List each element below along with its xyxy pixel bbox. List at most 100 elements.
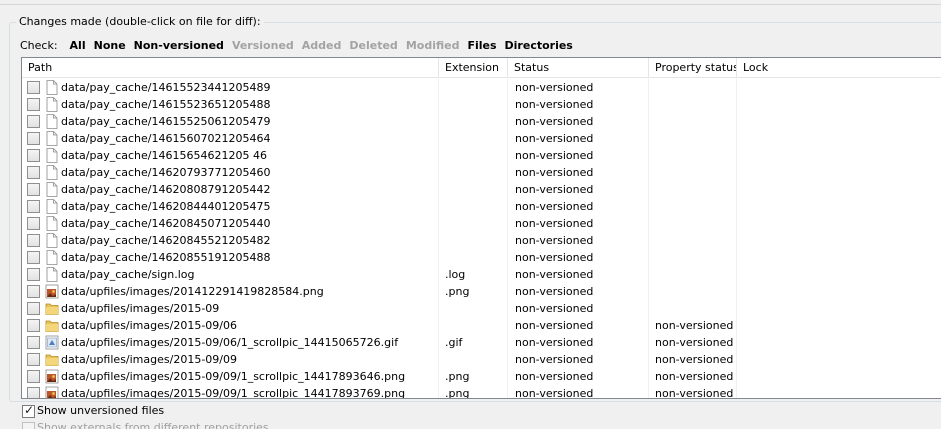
- table-row[interactable]: data/pay_cache/14620845071205440 non-vers…: [22, 215, 941, 232]
- table-row[interactable]: data/upfiles/images/2015-09/06 non-versio…: [22, 317, 941, 334]
- file-icon: [45, 267, 59, 282]
- cell-extension: [445, 96, 505, 113]
- cell-property-status: [655, 300, 735, 317]
- row-checkbox[interactable]: [27, 115, 40, 128]
- row-checkbox[interactable]: [27, 132, 40, 145]
- cell-property-status: non-versioned: [655, 370, 734, 383]
- cell-property-status: [655, 266, 735, 283]
- show-unversioned-checkbox[interactable]: [22, 403, 35, 418]
- column-header-extension[interactable]: Extension: [439, 58, 508, 78]
- image-icon: [45, 284, 59, 299]
- cell-path: data/pay_cache/14620855191205488: [61, 251, 271, 264]
- row-checkbox[interactable]: [27, 217, 40, 230]
- cell-path: data/upfiles/images/2015-09/06/1_scrollp…: [61, 336, 399, 349]
- cell-property-status: [655, 113, 735, 130]
- cell-lock: [743, 113, 933, 130]
- cell-path: data/pay_cache/sign.log: [61, 268, 195, 281]
- column-header-lock[interactable]: Lock: [737, 58, 941, 78]
- column-header-property-status[interactable]: Property status: [649, 58, 737, 78]
- row-checkbox[interactable]: [27, 268, 40, 281]
- table-row[interactable]: data/pay_cache/14620844401205475 non-vers…: [22, 198, 941, 215]
- check-option-files[interactable]: Files: [467, 39, 496, 52]
- row-checkbox[interactable]: [27, 285, 40, 298]
- table-row[interactable]: data/pay_cache/sign.log .log non-versioned: [22, 266, 941, 283]
- table-row[interactable]: data/pay_cache/14615523441205489 non-vers…: [22, 79, 941, 96]
- row-checkbox[interactable]: [27, 353, 40, 366]
- column-header-status[interactable]: Status: [508, 58, 649, 78]
- group-title: Changes made (double-click on file for d…: [16, 15, 264, 28]
- cell-lock: [743, 147, 933, 164]
- cell-extension: [445, 147, 505, 164]
- cell-extension: .png: [445, 285, 470, 298]
- table-row[interactable]: data/pay_cache/14615525061205479 non-vers…: [22, 113, 941, 130]
- row-checkbox[interactable]: [27, 319, 40, 332]
- row-checkbox[interactable]: [27, 81, 40, 94]
- cell-property-status: [655, 198, 735, 215]
- cell-status: non-versioned: [515, 200, 594, 213]
- table-row[interactable]: data/pay_cache/14615654621205 46 non-vers…: [22, 147, 941, 164]
- table-row[interactable]: data/upfiles/images/2015-09/09 non-versio…: [22, 351, 941, 368]
- file-icon: [45, 148, 59, 163]
- cell-status: non-versioned: [515, 251, 594, 264]
- cell-property-status: [655, 232, 735, 249]
- check-option-directories[interactable]: Directories: [505, 39, 573, 52]
- table-row[interactable]: data/pay_cache/14620845521205482 non-vers…: [22, 232, 941, 249]
- cell-property-status: [655, 130, 735, 147]
- row-checkbox[interactable]: [27, 98, 40, 111]
- row-checkbox[interactable]: [27, 200, 40, 213]
- folder-icon: [45, 352, 59, 367]
- cell-extension: [445, 198, 505, 215]
- row-checkbox[interactable]: [27, 387, 40, 398]
- table-row[interactable]: data/pay_cache/14620855191205488 non-vers…: [22, 249, 941, 266]
- file-icon: [45, 216, 59, 231]
- row-checkbox[interactable]: [27, 336, 40, 349]
- changes-list[interactable]: Path Extension Status Property status Lo…: [21, 57, 941, 399]
- cell-property-status: non-versioned: [655, 387, 734, 399]
- folder-icon: [45, 318, 59, 333]
- table-row[interactable]: data/upfiles/images/2015-09/06/1_scrollp…: [22, 334, 941, 351]
- cell-status: non-versioned: [515, 387, 594, 399]
- cell-extension: [445, 232, 505, 249]
- cell-path: data/pay_cache/14620845521205482: [61, 234, 271, 247]
- table-row[interactable]: data/upfiles/images/2015-09 non-versioned: [22, 300, 941, 317]
- table-row[interactable]: data/pay_cache/14620793771205460 non-vers…: [22, 164, 941, 181]
- folder-icon: [45, 301, 59, 316]
- row-checkbox[interactable]: [27, 302, 40, 315]
- cell-path: data/upfiles/images/201412291419828584.p…: [61, 285, 324, 298]
- table-row[interactable]: data/pay_cache/14615523651205488 non-vers…: [22, 96, 941, 113]
- check-option-deleted: Deleted: [349, 38, 398, 52]
- cell-status: non-versioned: [515, 217, 594, 230]
- check-option-all[interactable]: All: [70, 39, 86, 52]
- column-header-path[interactable]: Path: [22, 58, 439, 78]
- row-checkbox[interactable]: [27, 234, 40, 247]
- cell-lock: [743, 249, 933, 266]
- show-unversioned-label[interactable]: Show unversioned files: [37, 404, 164, 417]
- cell-status: non-versioned: [515, 319, 594, 332]
- list-header: Path Extension Status Property status Lo…: [22, 58, 941, 78]
- cell-path: data/upfiles/images/2015-09/09: [61, 353, 237, 366]
- row-checkbox[interactable]: [27, 370, 40, 383]
- cell-extension: .png: [445, 387, 470, 399]
- row-checkbox[interactable]: [27, 183, 40, 196]
- cell-lock: [743, 96, 933, 113]
- cell-path: data/pay_cache/14615654621205 46: [61, 149, 267, 162]
- cell-property-status: [655, 164, 735, 181]
- row-checkbox[interactable]: [27, 251, 40, 264]
- table-row[interactable]: data/upfiles/images/2015-09/09/1_scrollp…: [22, 385, 941, 399]
- cell-extension: [445, 300, 505, 317]
- file-icon: [45, 80, 59, 95]
- cell-extension: [445, 181, 505, 198]
- table-row[interactable]: data/pay_cache/14615607021205464 non-vers…: [22, 130, 941, 147]
- check-option-none[interactable]: None: [94, 39, 126, 52]
- cell-property-status: [655, 79, 735, 96]
- check-option-versioned: Versioned: [231, 38, 294, 52]
- cell-status: non-versioned: [515, 98, 594, 111]
- cell-extension: [445, 317, 505, 334]
- check-label: Check:: [20, 38, 58, 52]
- table-row[interactable]: data/upfiles/images/201412291419828584.p…: [22, 283, 941, 300]
- row-checkbox[interactable]: [27, 166, 40, 179]
- row-checkbox[interactable]: [27, 149, 40, 162]
- check-option-non-versioned[interactable]: Non-versioned: [134, 39, 224, 52]
- table-row[interactable]: data/pay_cache/14620808791205442 non-vers…: [22, 181, 941, 198]
- table-row[interactable]: data/upfiles/images/2015-09/09/1_scrollp…: [22, 368, 941, 385]
